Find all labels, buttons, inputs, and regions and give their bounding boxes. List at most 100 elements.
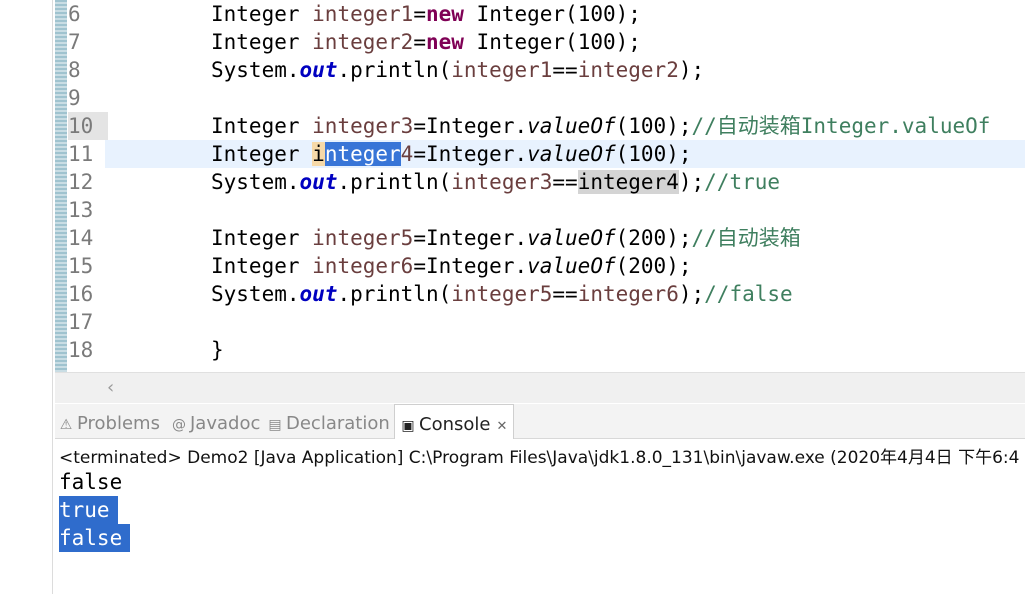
code-line[interactable]: 13 bbox=[55, 196, 1025, 224]
code-line[interactable]: 18} bbox=[55, 336, 1025, 364]
code-token: integer5 bbox=[451, 282, 553, 306]
tab-console[interactable]: ▣ Console ✕ bbox=[394, 404, 515, 439]
code-token: .println( bbox=[337, 58, 452, 82]
left-panel-strip bbox=[0, 0, 53, 594]
code-token: integer5 bbox=[312, 226, 414, 250]
problems-icon: ⚠ bbox=[59, 417, 73, 433]
console-output-line: true bbox=[59, 496, 118, 524]
close-icon[interactable]: ✕ bbox=[496, 419, 507, 434]
code-line[interactable]: 7 Integer integer2=new Integer(100); bbox=[55, 28, 1025, 56]
code-token: =Integer. bbox=[413, 142, 528, 166]
horizontal-scrollbar[interactable]: ‹ bbox=[55, 372, 1025, 403]
code-token: out bbox=[299, 282, 338, 306]
scroll-left-icon[interactable]: ‹ bbox=[107, 377, 114, 398]
code-line[interactable]: 6 Integer integer1=new Integer(100); bbox=[55, 0, 1025, 28]
code-token: valueOf bbox=[527, 142, 616, 166]
code-line[interactable]: 15 Integer integer6=Integer.valueOf(200); bbox=[55, 252, 1025, 280]
code-token: integer2 bbox=[577, 58, 679, 82]
code-token: (200); bbox=[615, 226, 692, 250]
code-token: new bbox=[425, 2, 464, 26]
code-token: = bbox=[413, 30, 426, 54]
code-token: System. bbox=[211, 170, 300, 194]
code-token: valueOf bbox=[527, 254, 616, 278]
line-number: 14 bbox=[68, 226, 94, 250]
code-token: == bbox=[552, 170, 578, 194]
console-view[interactable]: <terminated> Demo2 [Java Application] C:… bbox=[55, 440, 1025, 594]
code-text: Integer integer1=new Integer(100); bbox=[211, 0, 641, 28]
code-token: integer1 bbox=[451, 58, 553, 82]
console-status-header: <terminated> Demo2 [Java Application] C:… bbox=[59, 448, 1020, 468]
code-line[interactable]: 16 System.out.println(integer5==integer6)… bbox=[55, 280, 1025, 308]
code-editor[interactable]: 6 Integer integer1=new Integer(100); 7 Inte… bbox=[55, 0, 1025, 372]
code-line[interactable]: 17 bbox=[55, 308, 1025, 336]
code-token: //true bbox=[704, 170, 781, 194]
line-number: 17 bbox=[68, 310, 94, 334]
line-number: 16 bbox=[68, 282, 94, 306]
tab-label: Problems bbox=[77, 413, 160, 434]
tab-declaration[interactable]: ▤ Declaration bbox=[268, 404, 390, 438]
tab-label: Javadoc bbox=[190, 413, 261, 434]
code-token: Integer bbox=[211, 114, 313, 138]
code-token: integer3 bbox=[451, 170, 553, 194]
code-text: Integer integer3=Integer.valueOf(100);//… bbox=[211, 112, 990, 140]
code-line[interactable]: 10 Integer integer3=Integer.valueOf(100);… bbox=[55, 112, 1025, 140]
code-token: (100); bbox=[615, 142, 692, 166]
bottom-panel-tabs: ⚠ Problems @ Javadoc ▤ Declaration ▣ Console ✕ bbox=[55, 404, 1025, 439]
code-token: integer6 bbox=[577, 282, 679, 306]
console-output-line: false bbox=[59, 524, 131, 552]
code-line[interactable]: 12 System.out.println(integer3==integer4)… bbox=[55, 168, 1025, 196]
code-token: nteger bbox=[324, 142, 401, 166]
code-token: System. bbox=[211, 282, 300, 306]
line-number: 6 bbox=[68, 2, 81, 26]
code-token: .println( bbox=[337, 282, 452, 306]
code-token: ); bbox=[678, 170, 705, 194]
code-token: integer3 bbox=[312, 114, 414, 138]
code-token: Integer bbox=[211, 226, 313, 250]
code-token: == bbox=[552, 58, 578, 82]
code-token: integer6 bbox=[312, 254, 414, 278]
code-token: out bbox=[299, 58, 338, 82]
code-token: Integer bbox=[211, 2, 313, 26]
code-token: == bbox=[552, 282, 578, 306]
code-token: =Integer. bbox=[413, 114, 528, 138]
code-token: = bbox=[413, 2, 426, 26]
declaration-icon: ▤ bbox=[268, 417, 282, 433]
code-token: } bbox=[211, 338, 224, 362]
code-text: Integer integer5=Integer.valueOf(200);//… bbox=[211, 224, 801, 252]
code-token: (100); bbox=[615, 114, 692, 138]
javadoc-icon: @ bbox=[172, 417, 186, 433]
code-token: integer4 bbox=[577, 170, 679, 194]
code-token: Integer bbox=[211, 30, 313, 54]
line-number: 10 bbox=[68, 112, 108, 140]
line-number: 15 bbox=[68, 254, 94, 278]
code-text: Integer integer4=Integer.valueOf(100); bbox=[211, 140, 692, 168]
code-token: Integer bbox=[211, 254, 313, 278]
code-token: .println( bbox=[337, 170, 452, 194]
code-token: valueOf bbox=[527, 226, 616, 250]
code-line[interactable]: 8 System.out.println(integer1==integer2); bbox=[55, 56, 1025, 84]
code-token: new bbox=[425, 30, 464, 54]
code-line[interactable]: 9 bbox=[55, 84, 1025, 112]
code-token: //自动装箱 bbox=[691, 226, 801, 250]
code-token: Integer(100); bbox=[463, 30, 641, 54]
code-token: Integer bbox=[211, 142, 313, 166]
code-token: out bbox=[299, 170, 338, 194]
code-token: valueOf bbox=[527, 114, 616, 138]
tab-problems[interactable]: ⚠ Problems bbox=[59, 404, 160, 438]
code-token: System. bbox=[211, 58, 300, 82]
code-text: Integer integer6=Integer.valueOf(200); bbox=[211, 252, 691, 280]
tab-label: Declaration bbox=[286, 413, 390, 434]
code-line[interactable]: 14 Integer integer5=Integer.valueOf(200);… bbox=[55, 224, 1025, 252]
line-number: 8 bbox=[68, 58, 81, 82]
code-text: Integer integer2=new Integer(100); bbox=[211, 28, 641, 56]
line-number: 9 bbox=[68, 86, 81, 110]
code-line[interactable]: 11 Integer integer4=Integer.valueOf(100); bbox=[68, 140, 1025, 168]
line-number: 7 bbox=[68, 30, 81, 54]
code-text: System.out.println(integer5==integer6);/… bbox=[211, 280, 793, 308]
code-token: ); bbox=[678, 58, 705, 82]
code-token: i bbox=[312, 142, 325, 166]
code-text: System.out.println(integer3==integer4);/… bbox=[211, 168, 780, 196]
tab-javadoc[interactable]: @ Javadoc bbox=[172, 404, 260, 438]
console-output-line: false bbox=[59, 470, 123, 494]
code-token: integer2 bbox=[312, 30, 414, 54]
